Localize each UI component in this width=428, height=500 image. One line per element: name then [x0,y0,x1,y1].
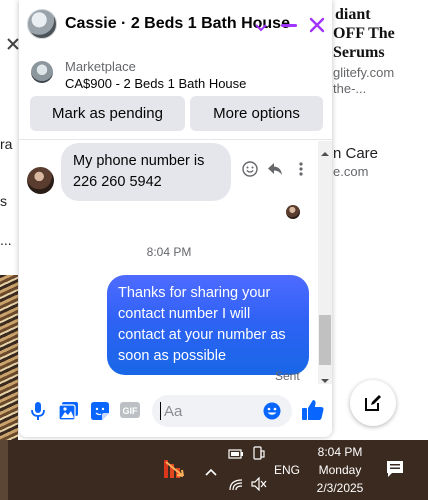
listing-price-title[interactable]: CA$900 - 2 Beds 1 Bath House [65,76,246,91]
background-image [0,275,18,440]
outgoing-message[interactable]: Thanks for sharing your contact number I… [107,275,309,375]
background-url-line: glitefy.com [333,65,395,80]
taskbar-day[interactable]: Monday [312,463,368,477]
taskbar: ENG 8:04 PM Monday 2/3/2025 [0,440,428,500]
incoming-message[interactable]: My phone number is 226 260 5942 [61,143,231,201]
microphone-icon[interactable] [31,402,45,425]
message-input[interactable]: Aa [152,395,292,427]
notification-icon[interactable] [386,460,404,483]
chat-header[interactable]: Cassie · 2 Beds 1 Bath House [19,0,332,50]
battery-icon[interactable] [228,447,244,465]
background-heading-line: n Care [333,145,379,162]
messenger-chat-window: Cassie · 2 Beds 1 Bath House Marketplace… [19,0,332,437]
background-close-icon[interactable] [6,37,20,51]
device-icon[interactable] [253,446,265,465]
new-message-button[interactable] [350,380,396,426]
close-chat-button[interactable] [309,17,325,38]
background-left-text: s [0,193,7,209]
background-left-text: ra [0,136,13,152]
emoji-reaction-icon[interactable] [242,161,258,182]
more-options-button[interactable]: More options [190,96,323,131]
background-headline-line: diant [335,6,371,23]
scroll-up-arrow-icon[interactable] [321,144,329,162]
listing-label: Marketplace [65,59,136,74]
wifi-icon[interactable] [229,478,243,496]
listing-thumbnail[interactable] [31,61,53,83]
taskbar-date[interactable]: 2/3/2025 [312,481,368,495]
photo-icon[interactable] [58,402,78,425]
message-composer: GIF Aa [19,384,332,437]
background-url-line: the-... [333,81,367,96]
chevron-up-icon[interactable] [205,463,217,481]
marketplace-listing: Marketplace CA$900 - 2 Beds 1 Bath House… [19,50,332,140]
thread-scrollbar[interactable] [318,141,332,384]
mark-as-pending-button[interactable]: Mark as pending [30,96,185,131]
taskbar-time[interactable]: 8:04 PM [312,445,368,459]
background-left-text: ... [0,232,12,248]
message-thread: My phone number is 226 260 5942 8:04 PM … [19,141,332,384]
app-tray-icon[interactable] [163,458,187,485]
chevron-down-icon[interactable] [255,19,267,37]
background-headline-line: Serums [333,44,385,61]
taskbar-left-edge [0,440,8,500]
background-headline-line: OFF The [333,25,395,42]
text-caret [160,402,161,420]
seen-receipt-avatar [286,205,300,219]
more-actions-icon[interactable] [299,162,303,181]
gif-icon[interactable]: GIF [120,402,140,423]
background-url-line: e.com [333,164,369,179]
contact-avatar[interactable] [27,9,57,39]
minimize-button[interactable] [281,24,297,27]
reply-icon[interactable] [267,162,283,181]
sent-status: Sent [275,369,300,383]
language-indicator[interactable]: ENG [274,463,300,477]
scrollbar-thumb[interactable] [319,315,331,365]
volume-muted-icon[interactable] [251,476,267,496]
message-input-placeholder: Aa [164,403,183,420]
emoji-icon[interactable] [263,402,281,425]
sticker-icon[interactable] [91,402,109,425]
sender-avatar[interactable] [27,167,54,194]
screen: diant OFF The Serums glitefy.com the-...… [0,0,428,500]
svg-text:GIF: GIF [123,406,139,416]
message-timestamp: 8:04 PM [146,245,192,259]
thumbs-up-icon[interactable] [302,399,324,426]
